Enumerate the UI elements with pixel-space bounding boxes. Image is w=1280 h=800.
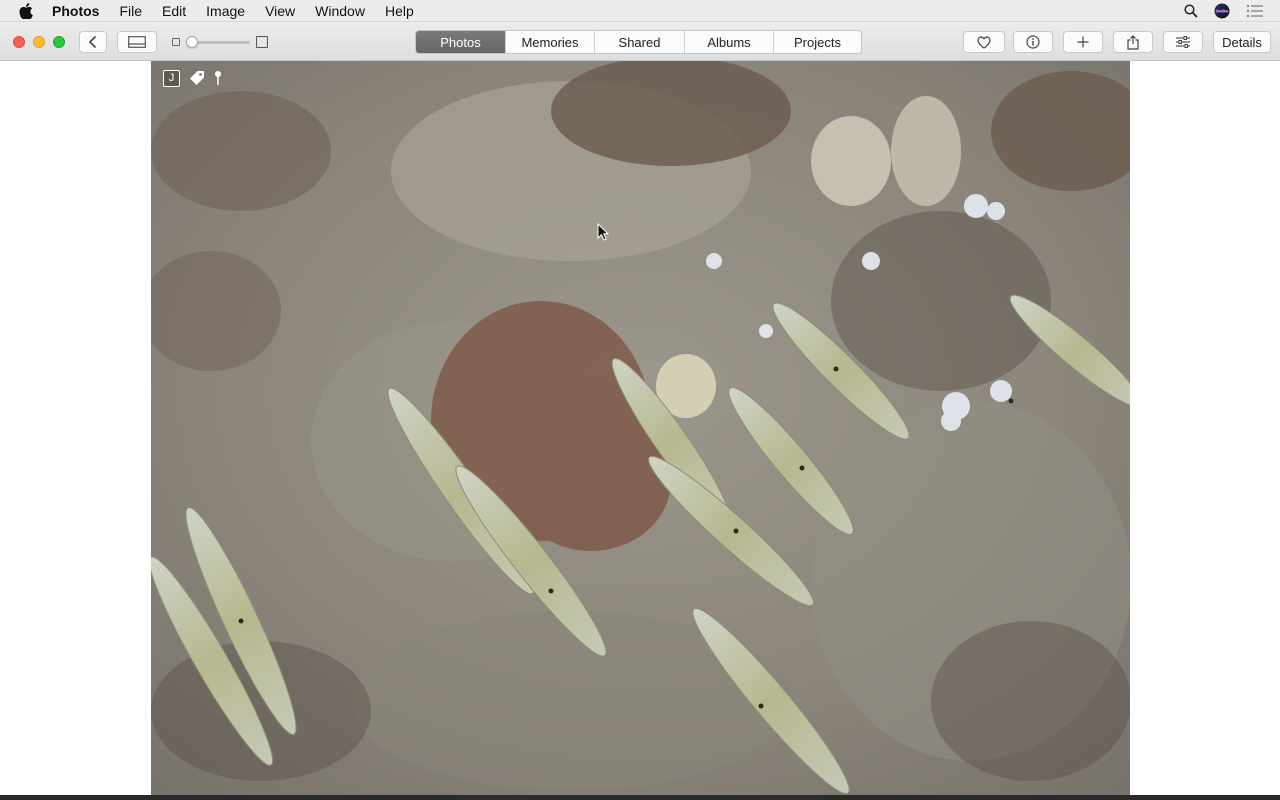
underwater-photo-graphic	[151, 61, 1130, 795]
linkedin-watermark: Linked in	[1140, 753, 1262, 785]
watermark-text: Linked	[1140, 753, 1231, 784]
zoom-out-icon	[172, 38, 180, 46]
tab-albums[interactable]: Albums	[684, 31, 773, 53]
siri-icon[interactable]	[1214, 3, 1230, 19]
photo-image[interactable]	[151, 61, 1130, 795]
info-button[interactable]	[1013, 31, 1053, 53]
tab-photos[interactable]: Photos	[416, 31, 505, 53]
window-toolbar: Photos Memories Shared Albums Projects D…	[0, 22, 1280, 61]
menu-help[interactable]: Help	[375, 0, 424, 22]
view-tabs: Photos Memories Shared Albums Projects	[415, 30, 862, 54]
spotlight-search-icon[interactable]	[1184, 4, 1198, 18]
tab-projects[interactable]: Projects	[773, 31, 861, 53]
menu-view[interactable]: View	[255, 0, 305, 22]
menu-app-name[interactable]: Photos	[51, 0, 109, 22]
menubar-status-area	[1184, 0, 1280, 22]
edit-adjust-button[interactable]	[1163, 31, 1203, 53]
sidebar-toggle-button[interactable]	[117, 31, 157, 53]
heart-icon	[977, 35, 991, 49]
tab-memories[interactable]: Memories	[505, 31, 594, 53]
zoom-window-button[interactable]	[53, 36, 65, 48]
tab-shared[interactable]: Shared	[594, 31, 684, 53]
plus-icon	[1077, 36, 1089, 48]
jpeg-badge: J	[163, 69, 180, 87]
menu-file[interactable]: File	[109, 0, 152, 22]
menu-bar: Photos File Edit Image View Window Help	[0, 0, 1280, 22]
favorite-button[interactable]	[963, 31, 1005, 53]
keyword-tag-icon	[188, 69, 206, 87]
notification-center-icon[interactable]	[1246, 4, 1264, 18]
menu-image[interactable]: Image	[196, 0, 255, 22]
back-button[interactable]	[79, 31, 107, 53]
back-icon	[88, 35, 97, 49]
watermark-in-box: in	[1232, 754, 1262, 784]
share-button[interactable]	[1113, 31, 1153, 53]
close-window-button[interactable]	[13, 36, 25, 48]
zoom-in-icon	[256, 36, 268, 48]
sidebar-icon	[128, 36, 146, 48]
minimize-window-button[interactable]	[33, 36, 45, 48]
details-button[interactable]: Details	[1213, 31, 1271, 53]
window-bottom-edge	[0, 795, 1280, 800]
zoom-slider[interactable]	[172, 35, 268, 49]
mouse-pointer-icon	[597, 222, 610, 246]
info-icon	[1026, 35, 1040, 49]
location-pin-icon	[214, 70, 222, 86]
zoom-slider-thumb[interactable]	[186, 36, 198, 48]
photo-badges: J	[163, 69, 230, 87]
apple-menu-icon[interactable]	[18, 2, 34, 20]
adjust-icon	[1176, 36, 1190, 48]
menu-edit[interactable]: Edit	[152, 0, 196, 22]
share-icon	[1127, 34, 1139, 50]
menu-window[interactable]: Window	[305, 0, 375, 22]
add-to-button[interactable]	[1063, 31, 1103, 53]
